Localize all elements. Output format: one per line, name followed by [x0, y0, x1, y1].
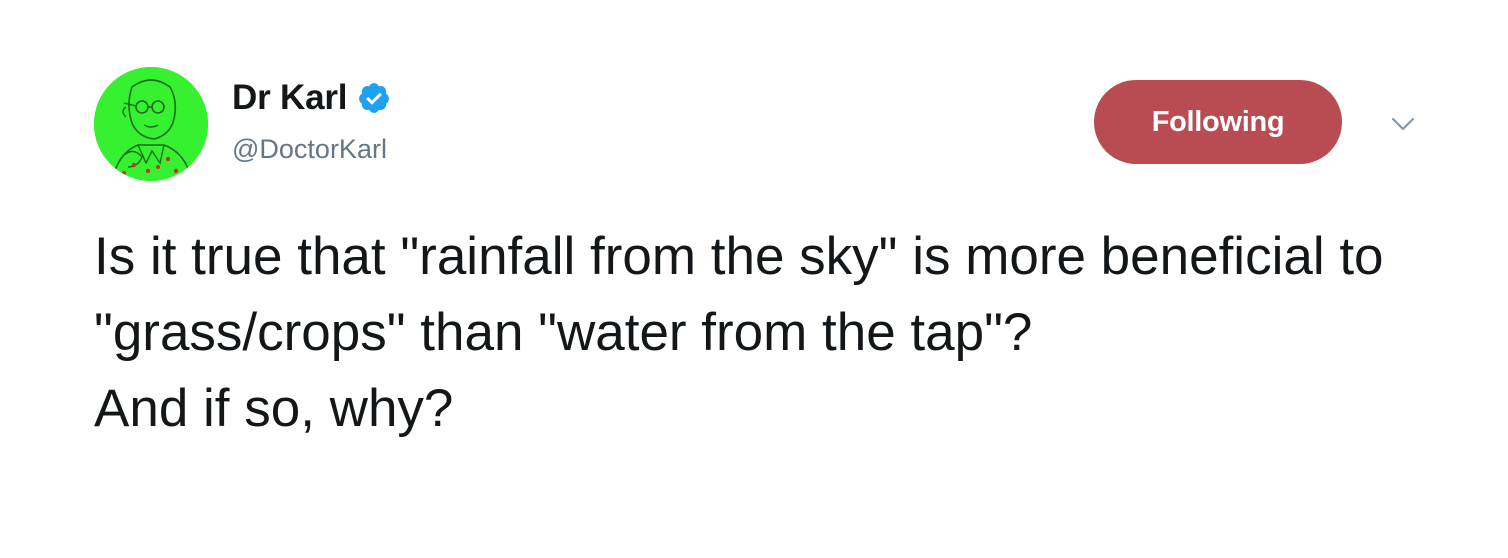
avatar-illustration	[94, 67, 208, 181]
display-name[interactable]: Dr Karl	[232, 78, 348, 118]
author-handle[interactable]: @DoctorKarl	[232, 134, 387, 165]
author-name-row: Dr Karl	[232, 76, 391, 120]
avatar[interactable]	[94, 67, 208, 181]
chevron-down-icon[interactable]	[1389, 114, 1417, 134]
tweet-card: Dr Karl @DoctorKarl Following Is it true…	[0, 0, 1508, 558]
verified-badge-icon	[357, 81, 391, 115]
tweet-text: Is it true that "rainfall from the sky" …	[94, 227, 1384, 438]
following-button[interactable]: Following	[1094, 80, 1342, 164]
